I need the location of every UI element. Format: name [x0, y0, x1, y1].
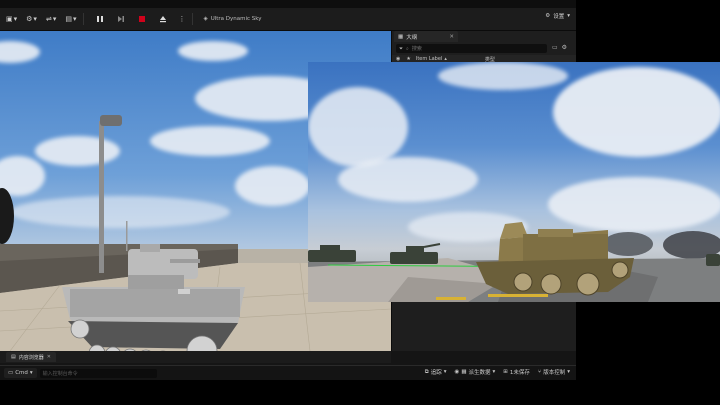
close-icon[interactable]: ✕: [47, 354, 51, 360]
divider: [192, 13, 194, 25]
trace-icon: ⧉: [424, 368, 429, 375]
chevron-down-icon: ▾: [443, 369, 447, 375]
video-scene: [308, 222, 720, 302]
status-actions: ⧉ 追踪 ▾ ◉ ▦ 派生数据 ▾ ⊞ 1未保存 ⑂ 版本控制 ▾: [424, 368, 570, 377]
terminal-icon: ▭: [8, 370, 14, 376]
pause-button[interactable]: [91, 12, 109, 26]
outliner-actions: ▭ ⚙: [552, 44, 567, 51]
outliner-search-input[interactable]: ⏷ ⌕ 搜索: [396, 44, 547, 53]
settings-button[interactable]: ⚙ 设置 ▾: [545, 12, 570, 20]
branch-icon: ⑂: [537, 369, 542, 375]
eject-icon: [160, 16, 167, 23]
close-icon[interactable]: ✕: [449, 34, 454, 40]
gear-icon: ⚙: [545, 13, 551, 19]
skip-frame-button[interactable]: [112, 12, 130, 26]
blueprint-icon: ⚙: [26, 15, 33, 23]
unsaved-button[interactable]: ⊞ 1未保存: [503, 368, 530, 376]
chevron-down-icon: ▾: [567, 369, 570, 375]
tab-content-browser[interactable]: ▤ 内容浏览器 ✕: [6, 352, 56, 362]
chevron-down-icon: ▾: [492, 369, 496, 375]
chevron-down-icon: ▾: [52, 15, 57, 23]
content-browser-label: 内容浏览器: [18, 354, 44, 361]
derived-data-button[interactable]: ◉ ▦ 派生数据 ▾: [455, 368, 496, 376]
record-icon: ◉: [454, 369, 460, 375]
add-content-button[interactable]: ▤ ▾: [62, 12, 79, 26]
drawer-tabbar: ▤ 内容浏览器 ✕: [0, 351, 391, 363]
main-toolbar: ▣ ▾ ⚙ ▾ ⇌ ▾ ▤ ▾ ⋮ ◈ Ultra Dynamic Sky: [0, 8, 576, 31]
chevron-down-icon: ▾: [72, 15, 77, 23]
video-overlay: [308, 62, 720, 302]
status-bar: ▭ Cmd ▾ 输入控制台命令 ⧉ 追踪 ▾ ◉ ▦ 派生数据 ▾ ⊞ 1未保存: [0, 365, 576, 380]
select-mode-button[interactable]: ▣ ▾: [3, 12, 20, 26]
derived-icon: ▦: [461, 369, 467, 375]
more-icon: ⋮: [178, 15, 186, 23]
chevron-down-icon: ▾: [33, 15, 37, 23]
clapper-icon: ▤: [65, 15, 72, 23]
search-placeholder: 搜索: [411, 46, 422, 52]
stop-icon: [139, 16, 146, 22]
title-strip: [0, 0, 576, 8]
pause-icon: [97, 16, 104, 22]
play-options-button[interactable]: ⋮: [175, 12, 188, 26]
source-control-button[interactable]: ⑂ 版本控制 ▾: [538, 368, 570, 376]
chevron-down-icon: ▾: [29, 370, 33, 376]
trace-label: 追踪: [430, 370, 442, 376]
unsaved-label: 1未保存: [509, 370, 530, 376]
skip-icon: [118, 16, 125, 22]
settings-label: 设置: [553, 14, 565, 20]
stop-button[interactable]: [133, 12, 151, 26]
chevron-down-icon: ▾: [13, 15, 18, 23]
level-icon: ◈: [203, 16, 208, 22]
cmd-selector[interactable]: ▭ Cmd ▾: [4, 368, 37, 378]
outliner-tab-label: 大纲: [406, 34, 418, 41]
tab-outliner[interactable]: ▦ 大纲 ✕: [394, 31, 458, 42]
mode-icon: ▣: [6, 15, 13, 23]
source-control-label: 版本控制: [543, 370, 566, 376]
folder-add-icon[interactable]: ▭: [552, 44, 558, 51]
blueprint-button[interactable]: ⚙ ▾: [23, 12, 40, 26]
console-placeholder: 输入控制台命令: [42, 370, 78, 377]
current-level[interactable]: ◈ Ultra Dynamic Sky: [203, 16, 261, 22]
gear-icon[interactable]: ⚙: [562, 44, 567, 51]
cinematics-button[interactable]: ⇌ ▾: [43, 12, 59, 26]
trace-button[interactable]: ⧉ 追踪 ▾: [424, 368, 447, 377]
folder-icon: ▤: [11, 354, 16, 360]
search-icon: ⌕: [406, 45, 409, 52]
console-input[interactable]: 输入控制台命令: [39, 368, 157, 378]
chevron-down-icon: ▾: [567, 13, 570, 19]
outliner-icon: ▦: [398, 33, 404, 40]
derived-data-label: 派生数据: [468, 370, 491, 376]
level-name-label: Ultra Dynamic Sky: [210, 16, 262, 22]
eject-button[interactable]: [154, 12, 172, 26]
cmd-label: Cmd: [15, 370, 28, 376]
save-icon: ⊞: [503, 369, 508, 375]
divider: [83, 13, 85, 25]
filter-icon[interactable]: ⏷: [399, 46, 403, 52]
cinematics-icon: ⇌: [45, 15, 52, 23]
